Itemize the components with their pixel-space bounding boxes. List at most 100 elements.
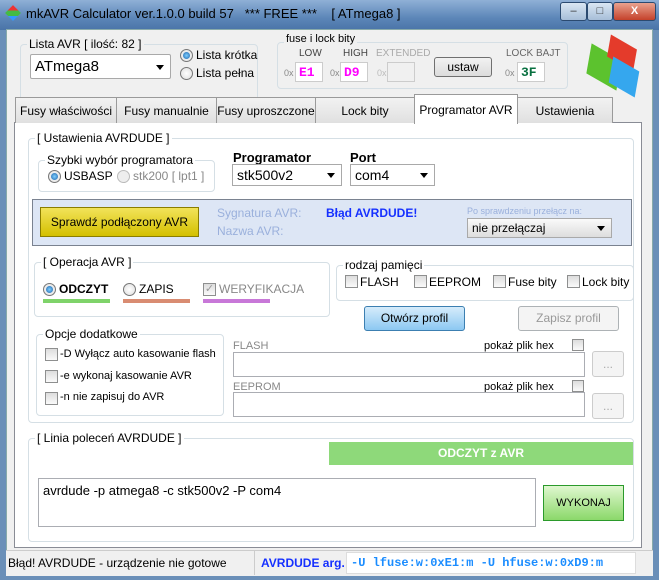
operation-mode-banner: ODCZYT z AVR (329, 442, 633, 465)
avr-select[interactable]: ATmega8 (30, 54, 171, 79)
low-label: LOW (299, 48, 322, 59)
port-select-value: com4 (355, 167, 390, 183)
ext-prefix: 0x (377, 68, 387, 78)
lock-bits-checkbox-label: Lock bity (582, 275, 630, 289)
avrdude-settings-title: [ Ustawienia AVRDUDE ] (35, 131, 172, 145)
radio-list-full[interactable] (180, 67, 193, 80)
app-logo (585, 34, 645, 98)
option-n-checkbox[interactable] (45, 392, 58, 405)
radio-read[interactable] (43, 283, 56, 296)
minimize-button[interactable]: – (560, 2, 587, 21)
eeprom-show-hex-checkbox[interactable] (572, 380, 584, 392)
radio-list-short[interactable] (180, 49, 193, 62)
operation-title: [ Operacja AVR ] (41, 255, 134, 269)
chevron-down-icon (327, 173, 335, 178)
eeprom-browse-button[interactable]: ... (592, 393, 624, 419)
low-prefix: 0x (284, 68, 294, 78)
radio-list-full-label: Lista pełna (196, 66, 255, 80)
flash-file-label: FLASH (233, 340, 269, 352)
lock-prefix: 0x (505, 68, 515, 78)
avr-name-label: Nazwa AVR: (217, 224, 284, 238)
memory-type-title: rodzaj pamięci (343, 258, 425, 272)
eeprom-checkbox[interactable] (414, 275, 427, 288)
tab-fusy-uproszczone[interactable]: Fusy uproszczone (216, 97, 316, 123)
radio-stk200 (117, 170, 130, 183)
high-fuse-field[interactable]: D9 (340, 62, 368, 82)
write-color-bar (123, 299, 190, 303)
radio-write[interactable] (123, 283, 136, 296)
high-prefix: 0x (330, 68, 340, 78)
title-bar: mkAVR Calculator ver.1.0.0 build 57 *** … (0, 0, 659, 30)
fuse-bits-checkbox-label: Fuse bity (508, 275, 557, 289)
maximize-button[interactable]: □ (587, 2, 613, 21)
window-title: mkAVR Calculator ver.1.0.0 build 57 *** … (26, 6, 401, 21)
execute-button[interactable]: WYKONAJ (543, 485, 624, 521)
high-label: HIGH (343, 48, 368, 59)
flash-checkbox-label: FLASH (360, 275, 399, 289)
extended-fuse-field (387, 62, 415, 82)
eeprom-file-input[interactable] (233, 392, 585, 417)
chevron-down-icon (597, 226, 605, 231)
open-profile-button[interactable]: Otwórz profil (364, 306, 465, 331)
tab-fusy-wlasciwosci[interactable]: Fusy właściwości (15, 97, 117, 123)
avrdude-args-label: AVRDUDE arg. (261, 556, 345, 570)
switch-after-select[interactable]: nie przełączaj (467, 218, 612, 238)
avr-list-title: Lista AVR [ ilość: 82 ] (27, 37, 144, 51)
switch-after-label: Po sprawdzeniu przełącz na: (467, 206, 583, 216)
radio-usbasp-label: USBASP (64, 169, 113, 183)
tab-ustawienia[interactable]: Ustawienia (517, 97, 613, 123)
option-e-checkbox[interactable] (45, 370, 58, 383)
quick-programmer-title: Szybki wybór programatora (45, 153, 196, 167)
port-label: Port (350, 150, 376, 165)
lock-byte-field[interactable]: 3F (517, 62, 545, 82)
command-textarea[interactable]: avrdude -p atmega8 -c stk500v2 -P com4 (38, 478, 536, 527)
check-avr-button[interactable]: Sprawdź podłączony AVR (40, 207, 199, 237)
option-n-label: -n nie zapisuj do AVR (60, 391, 165, 403)
extended-label: EXTENDED (376, 48, 431, 59)
switch-after-value: nie przełączaj (472, 221, 546, 235)
radio-read-label: ODCZYT (59, 282, 109, 296)
read-color-bar (43, 299, 110, 303)
programmer-select[interactable]: stk500v2 (232, 164, 342, 186)
avrdude-args-field[interactable]: -U lfuse:w:0xE1:m -U hfuse:w:0xD9:m (346, 552, 636, 574)
signature-label: Sygnatura AVR: (217, 206, 302, 220)
close-button[interactable]: X (613, 2, 656, 21)
option-d-checkbox[interactable] (45, 348, 58, 361)
flash-browse-button[interactable]: ... (592, 351, 624, 377)
radio-usbasp[interactable] (48, 170, 61, 183)
flash-show-hex-label: pokaż plik hex (484, 340, 554, 352)
lock-label: LOCK BAJT (506, 48, 561, 59)
eeprom-checkbox-label: EEPROM (429, 275, 482, 289)
radio-list-short-label: Lista krótka (196, 48, 258, 62)
port-select[interactable]: com4 (350, 164, 435, 186)
verify-label: WERYFIKACJA (219, 282, 305, 296)
flash-checkbox[interactable] (345, 275, 358, 288)
programmer-select-value: stk500v2 (237, 167, 294, 183)
tab-lock-bity[interactable]: Lock bity (315, 97, 415, 123)
app-icon (5, 5, 21, 21)
check-status: Błąd AVRDUDE! (326, 206, 418, 220)
status-divider (254, 551, 255, 575)
option-e-label: -e wykonaj kasowanie AVR (60, 370, 192, 382)
tab-programator-avr[interactable]: Programator AVR (414, 94, 518, 124)
command-line-title: [ Linia poleceń AVRDUDE ] (35, 431, 184, 445)
radio-stk200-label: stk200 [ lpt1 ] (133, 169, 205, 183)
flash-show-hex-checkbox[interactable] (572, 339, 584, 351)
save-profile-button: Zapisz profil (518, 306, 619, 331)
option-d-label: -D Wyłącz auto kasowanie flash (60, 348, 216, 360)
chevron-down-icon (420, 173, 428, 178)
radio-write-label: ZAPIS (139, 282, 174, 296)
chevron-down-icon (156, 64, 164, 70)
extra-options-title: Opcje dodatkowe (43, 327, 140, 341)
low-fuse-field[interactable]: E1 (295, 62, 323, 82)
verify-checkbox: ✓ (203, 283, 216, 296)
avr-select-value: ATmega8 (35, 58, 99, 75)
set-fuses-button[interactable]: ustaw (434, 57, 492, 77)
programmer-label: Programator (233, 150, 312, 165)
tab-fusy-manualnie[interactable]: Fusy manualnie (116, 97, 217, 123)
status-message: Błąd! AVRDUDE - urządzenie nie gotowe (8, 556, 227, 570)
verify-color-bar (203, 299, 270, 303)
fuse-bits-checkbox[interactable] (493, 275, 506, 288)
flash-file-input[interactable] (233, 352, 585, 377)
lock-bits-checkbox[interactable] (567, 275, 580, 288)
